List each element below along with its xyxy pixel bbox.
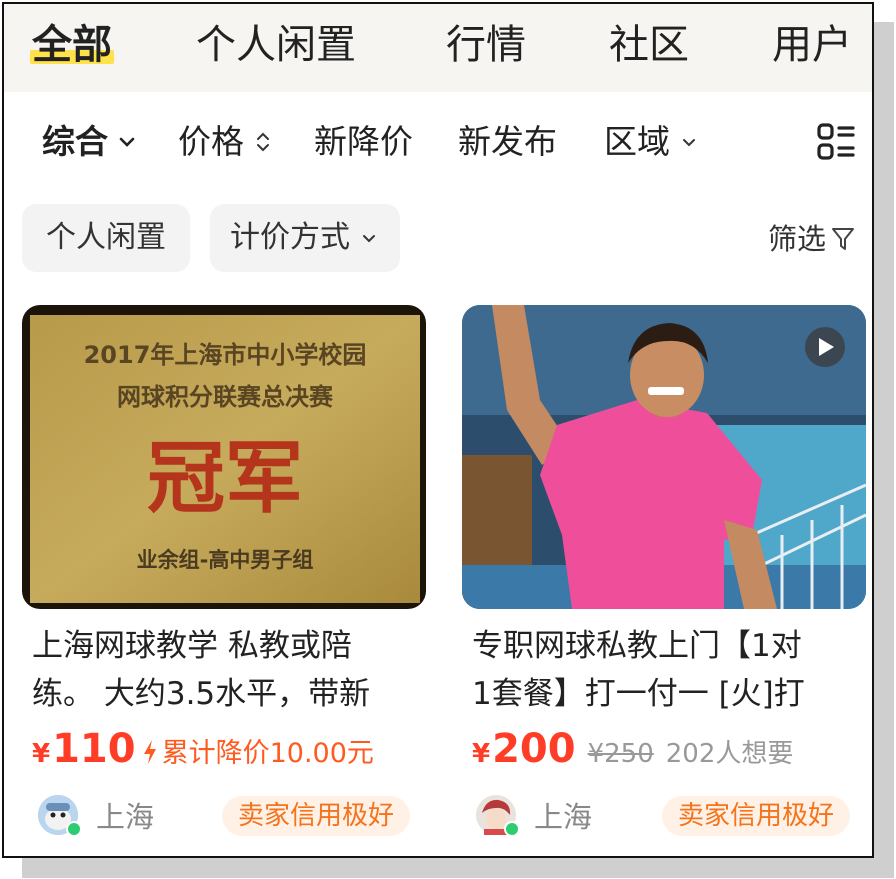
- sort-label: 新发布: [458, 122, 557, 161]
- seller-location: 上海: [534, 800, 593, 834]
- item-title-line: 1套餐】打一付一 [火]打: [472, 676, 805, 712]
- tab-all[interactable]: 全部: [30, 20, 114, 70]
- sort-newly-posted[interactable]: 新发布: [458, 118, 557, 166]
- tennis-player-photo: [462, 305, 866, 609]
- seller-credit-badge: 卖家信用极好: [662, 796, 851, 836]
- chip-label: 计价方式: [230, 220, 350, 255]
- item-title-line: 专职网球私教上门【1对: [472, 628, 802, 664]
- plaque-champion-text: 冠军: [147, 433, 303, 524]
- tab-label: 全部: [32, 22, 112, 68]
- avatar: [38, 795, 82, 837]
- tab-personal-idle[interactable]: 个人闲置: [196, 20, 356, 70]
- online-status-dot: [504, 821, 520, 837]
- item-image-trophy-plaque[interactable]: 2017年上海市中小学校园 网球积分联赛总决赛 冠军 业余组-高中男子组: [22, 305, 426, 609]
- plaque-line-3: 业余组-高中男子组: [137, 548, 314, 572]
- item-price: 110: [52, 726, 136, 772]
- seller-info[interactable]: 上海: [38, 790, 154, 840]
- chip-label: 个人闲置: [46, 220, 166, 255]
- trophy-plaque-image: 2017年上海市中小学校园 网球积分联赛总决赛 冠军 业余组-高中男子组: [22, 305, 426, 609]
- sort-new-price-drop[interactable]: 新降价: [314, 118, 413, 166]
- sort-label: 价格: [178, 122, 244, 161]
- price-drop-label: 累计降价10.00元: [161, 738, 374, 769]
- original-price: ¥250: [587, 739, 654, 769]
- item-title[interactable]: 专职网球私教上门【1对 1套餐】打一付一 [火]打: [472, 622, 872, 718]
- wants-count: 202人想要: [665, 739, 794, 769]
- filter-button[interactable]: 筛选: [768, 216, 856, 262]
- item-title[interactable]: 上海网球教学 私教或陪 练。 大约3.5水平，带新: [32, 622, 432, 718]
- item-title-line: 上海网球教学 私教或陪: [32, 628, 352, 664]
- seller-info[interactable]: 上海: [476, 790, 592, 840]
- chip-pricing-method[interactable]: 计价方式: [210, 204, 400, 272]
- list-grid-icon[interactable]: [816, 122, 856, 162]
- sort-updown-icon: [257, 132, 269, 152]
- top-tab-bar: 全部 个人闲置 行情 社区 用户: [4, 4, 872, 92]
- item-title-line: 练。 大约3.5水平，带新: [32, 676, 371, 712]
- item-image-tennis-player[interactable]: [462, 305, 866, 609]
- seller-location: 上海: [96, 800, 155, 834]
- tab-users[interactable]: 用户: [772, 20, 852, 70]
- tab-market[interactable]: 行情: [446, 20, 526, 70]
- plaque-line-2: 网球积分联赛总决赛: [117, 383, 334, 411]
- sort-region[interactable]: 区域: [604, 118, 700, 166]
- sort-price[interactable]: 价格: [178, 118, 274, 166]
- currency-symbol: ¥: [472, 739, 491, 769]
- tab-community[interactable]: 社区: [609, 20, 689, 70]
- filter-label: 筛选: [767, 222, 826, 256]
- sort-bar: 综合 价格 新降价 新发布 区域: [4, 112, 872, 172]
- seller-credit-badge: 卖家信用极好: [222, 796, 411, 836]
- item-price-row: ¥ 200 ¥250 202人想要: [472, 726, 793, 778]
- sort-label: 新降价: [314, 122, 413, 161]
- item-price-row: ¥ 110 累计降价10.00元: [32, 726, 374, 778]
- funnel-icon: [832, 228, 854, 250]
- chevron-down-icon: [683, 139, 695, 147]
- sort-label: 区域: [604, 122, 670, 161]
- plaque-line-1: 2017年上海市中小学校园: [84, 341, 367, 369]
- chevron-down-icon: [363, 235, 375, 243]
- item-price: 200: [492, 726, 576, 772]
- lightning-icon: [143, 740, 156, 764]
- chevron-down-icon: [119, 137, 135, 147]
- chip-personal-idle[interactable]: 个人闲置: [22, 204, 190, 272]
- app-screen: 全部 个人闲置 行情 社区 用户 综合 价格 新降价 新发布 区域 个人闲置 计…: [2, 2, 874, 858]
- sort-comprehensive[interactable]: 综合: [42, 118, 138, 166]
- online-status-dot: [66, 821, 82, 837]
- avatar: [476, 795, 520, 837]
- sort-label: 综合: [42, 122, 108, 161]
- currency-symbol: ¥: [32, 739, 51, 769]
